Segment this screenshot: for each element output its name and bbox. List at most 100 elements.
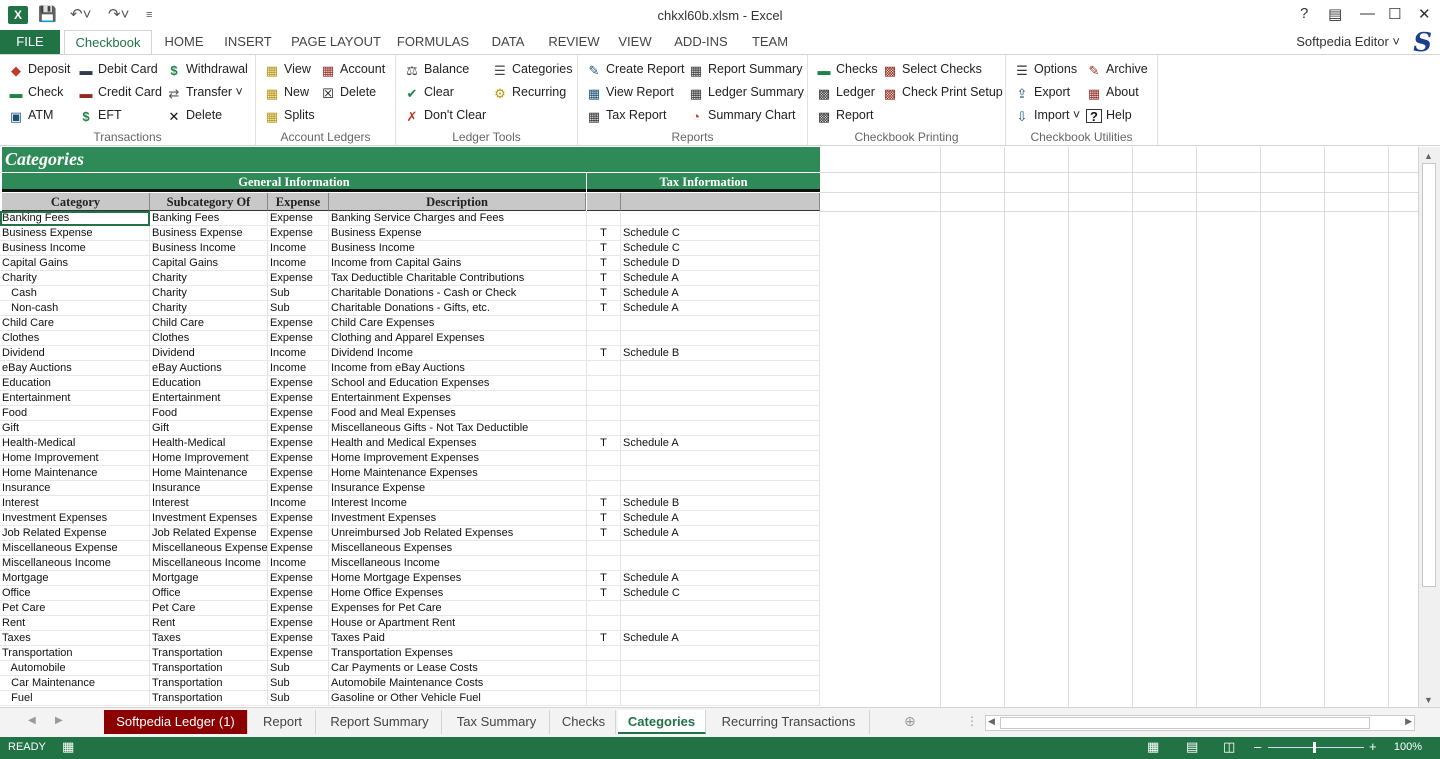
cell-description[interactable]: Clothing and Apparel Expenses: [329, 331, 587, 346]
sheet-tab-tax-summary[interactable]: Tax Summary: [444, 710, 550, 734]
col-header-tax-flag[interactable]: [587, 193, 621, 211]
select-checks-button[interactable]: ▩ Select Checks: [882, 59, 982, 79]
cell-expense-type[interactable]: Income: [268, 496, 329, 511]
cell-tax-flag[interactable]: T: [587, 346, 621, 361]
check-print-setup-button[interactable]: ▩ Check Print Setup: [882, 82, 1003, 102]
cell-expense-type[interactable]: Expense: [268, 631, 329, 646]
cell-description[interactable]: Health and Medical Expenses: [329, 436, 587, 451]
cell-tax-flag[interactable]: T: [587, 496, 621, 511]
cell-subcategory[interactable]: Dividend: [150, 346, 268, 361]
cell-description[interactable]: Insurance Expense: [329, 481, 587, 496]
cell-category[interactable]: Insurance: [0, 481, 150, 496]
cell-category[interactable]: Transportation: [0, 646, 150, 661]
report-print-button[interactable]: ▩ Report: [816, 105, 874, 125]
scroll-thumb[interactable]: [1422, 163, 1436, 587]
tab-view[interactable]: VIEW: [612, 30, 658, 54]
cell-tax-flag[interactable]: [587, 421, 621, 436]
summary-chart-button[interactable]: ◔ Summary Chart: [688, 105, 795, 125]
cell-tax-schedule[interactable]: [621, 376, 820, 391]
cell-tax-schedule[interactable]: Schedule A: [621, 271, 820, 286]
export-button[interactable]: ⇪ Export: [1014, 82, 1071, 102]
cell-tax-schedule[interactable]: [621, 691, 820, 706]
cell-category[interactable]: Charity: [0, 271, 150, 286]
cell-tax-flag[interactable]: [587, 616, 621, 631]
cell-subcategory[interactable]: Health-Medical: [150, 436, 268, 451]
cell-subcategory[interactable]: Charity: [150, 271, 268, 286]
cell-tax-flag[interactable]: T: [587, 241, 621, 256]
clear-button[interactable]: ✔ Clear: [404, 82, 454, 102]
scroll-up-icon[interactable]: ▲: [1424, 151, 1433, 161]
dont-clear-button[interactable]: ✗ Don't Clear: [404, 105, 487, 125]
atm-button[interactable]: ▣ ATM: [8, 105, 54, 125]
cell-subcategory[interactable]: Transportation: [150, 646, 268, 661]
cell-description[interactable]: Car Payments or Lease Costs: [329, 661, 587, 676]
cell-expense-type[interactable]: Expense: [268, 466, 329, 481]
cell-expense-type[interactable]: Expense: [268, 226, 329, 241]
cell-expense-type[interactable]: Expense: [268, 436, 329, 451]
user-name[interactable]: Softpedia Editor ˅: [1296, 34, 1400, 49]
cell-expense-type[interactable]: Expense: [268, 511, 329, 526]
cell-expense-type[interactable]: Income: [268, 346, 329, 361]
cell-tax-flag[interactable]: [587, 316, 621, 331]
cell-description[interactable]: Interest Income: [329, 496, 587, 511]
cell-category[interactable]: Capital Gains: [0, 256, 150, 271]
tab-insert[interactable]: INSERT: [218, 30, 278, 54]
cell-subcategory[interactable]: Mortgage: [150, 571, 268, 586]
col-header-description[interactable]: Description: [329, 193, 586, 211]
cell-tax-schedule[interactable]: Schedule C: [621, 226, 820, 241]
cell-expense-type[interactable]: Expense: [268, 376, 329, 391]
cell-subcategory[interactable]: Office: [150, 586, 268, 601]
cell-description[interactable]: Transportation Expenses: [329, 646, 587, 661]
help-button[interactable]: ? Help: [1086, 105, 1132, 125]
cell-tax-schedule[interactable]: [621, 646, 820, 661]
cell-tax-schedule[interactable]: [621, 616, 820, 631]
cell-description[interactable]: Entertainment Expenses: [329, 391, 587, 406]
page-break-view-icon[interactable]: ◫: [1223, 739, 1235, 755]
cell-subcategory[interactable]: Food: [150, 406, 268, 421]
cell-tax-schedule[interactable]: Schedule C: [621, 241, 820, 256]
cell-tax-schedule[interactable]: Schedule A: [621, 631, 820, 646]
cell-description[interactable]: School and Education Expenses: [329, 376, 587, 391]
cell-expense-type[interactable]: Sub: [268, 691, 329, 706]
cell-category[interactable]: Clothes: [0, 331, 150, 346]
eft-button[interactable]: $ EFT: [78, 105, 121, 125]
cell-subcategory[interactable]: Capital Gains: [150, 256, 268, 271]
deposit-button[interactable]: ◆ Deposit: [8, 59, 70, 79]
cell-description[interactable]: Miscellaneous Gifts - Not Tax Deductible: [329, 421, 587, 436]
cell-description[interactable]: Business Income: [329, 241, 587, 256]
tab-next-icon[interactable]: ▶: [55, 715, 63, 726]
cell-expense-type[interactable]: Expense: [268, 211, 329, 226]
cell-description[interactable]: Expenses for Pet Care: [329, 601, 587, 616]
cell-category[interactable]: Gift: [0, 421, 150, 436]
cell-tax-schedule[interactable]: [621, 421, 820, 436]
cell-expense-type[interactable]: Expense: [268, 481, 329, 496]
cell-description[interactable]: Unreimbursed Job Related Expenses: [329, 526, 587, 541]
cell-subcategory[interactable]: Investment Expenses: [150, 511, 268, 526]
cell-category[interactable]: Rent: [0, 616, 150, 631]
cell-category[interactable]: Food: [0, 406, 150, 421]
sheet-tab-recurring-transactions[interactable]: Recurring Transactions: [708, 710, 870, 734]
cell-category[interactable]: Banking Fees: [0, 211, 150, 226]
cell-tax-flag[interactable]: [587, 556, 621, 571]
worksheet[interactable]: Categories General Information Tax Infor…: [0, 147, 1418, 707]
tab-prev-icon[interactable]: ◀: [28, 715, 36, 726]
options-button[interactable]: ☰ Options: [1014, 59, 1077, 79]
cell-tax-flag[interactable]: T: [587, 586, 621, 601]
check-button[interactable]: ▬ Check: [8, 82, 64, 102]
cell-tax-schedule[interactable]: [621, 391, 820, 406]
tab-home[interactable]: HOME: [156, 30, 212, 54]
cell-description[interactable]: Investment Expenses: [329, 511, 587, 526]
cell-tax-schedule[interactable]: [621, 466, 820, 481]
cell-category[interactable]: eBay Auctions: [0, 361, 150, 376]
cell-expense-type[interactable]: Expense: [268, 601, 329, 616]
cell-tax-schedule[interactable]: [621, 481, 820, 496]
cell-tax-flag[interactable]: T: [587, 436, 621, 451]
cell-tax-flag[interactable]: T: [587, 226, 621, 241]
cell-tax-schedule[interactable]: Schedule A: [621, 301, 820, 316]
cell-category[interactable]: Pet Care: [0, 601, 150, 616]
help-icon[interactable]: ?: [1300, 5, 1308, 22]
cell-tax-schedule[interactable]: [621, 676, 820, 691]
cell-description[interactable]: Automobile Maintenance Costs: [329, 676, 587, 691]
cell-description[interactable]: Miscellaneous Expenses: [329, 541, 587, 556]
cell-subcategory[interactable]: Gift: [150, 421, 268, 436]
